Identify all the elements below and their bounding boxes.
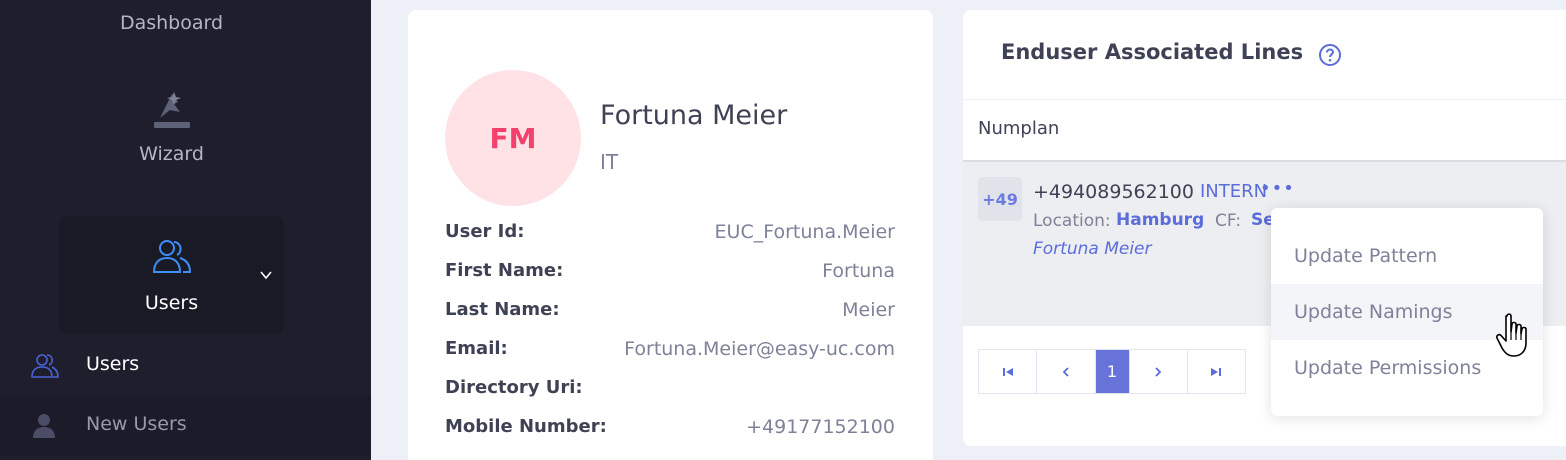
info-label: User Id:: [445, 221, 525, 242]
next-page-button[interactable]: [1130, 350, 1188, 393]
info-row-last-name: Last Name: Meier: [445, 299, 895, 329]
info-label: Last Name:: [445, 299, 560, 320]
last-page-icon: [1211, 367, 1222, 376]
nav-wizard[interactable]: Wizard: [0, 143, 343, 165]
sidebar-item-users[interactable]: Users: [0, 336, 371, 396]
line-number: +494089562100: [1033, 181, 1194, 203]
first-page-button[interactable]: [979, 350, 1038, 393]
info-row-first-name: First Name: Fortuna: [445, 260, 895, 290]
info-label: Directory Uri:: [445, 377, 583, 398]
users-icon: [152, 240, 192, 273]
cf-label: CF:: [1215, 211, 1242, 231]
profile-name: Fortuna Meier: [600, 100, 788, 131]
info-row-user-id: User Id: EUC_Fortuna.Meier: [445, 221, 895, 251]
location-link[interactable]: Hamburg: [1116, 210, 1204, 230]
profile-department: IT: [600, 150, 619, 174]
nav-dashboard[interactable]: Dashboard: [0, 12, 343, 34]
info-label: Mobile Number:: [445, 416, 607, 437]
prefix-badge: +49: [978, 177, 1022, 221]
info-row-email: Email: Fortuna.Meier@easy-uc.com: [445, 338, 895, 368]
info-label: First Name:: [445, 260, 564, 281]
users-icon: [31, 354, 59, 378]
info-value: Meier: [842, 299, 895, 321]
help-icon[interactable]: [1318, 43, 1342, 67]
sidebar: Dashboard Wizard Users Users New Users: [0, 0, 371, 460]
info-value: +49177152100: [746, 416, 895, 438]
line-owner[interactable]: Fortuna Meier: [1033, 239, 1152, 259]
nav-users-label: Users: [144, 292, 199, 314]
column-header-numplan[interactable]: Numplan: [978, 118, 1059, 139]
wizard-icon[interactable]: [150, 88, 194, 132]
sidebar-item-label: New Users: [86, 413, 187, 435]
more-actions-button[interactable]: •••: [1260, 178, 1295, 199]
menu-item-update-pattern[interactable]: Update Pattern: [1271, 228, 1543, 284]
info-value: EUC_Fortuna.Meier: [714, 221, 895, 243]
info-value: Fortuna: [822, 260, 895, 282]
user-icon: [33, 414, 55, 438]
hand-cursor-icon: [1496, 313, 1527, 357]
chevron-left-icon: [1062, 366, 1069, 377]
location-label: Location:: [1033, 211, 1111, 231]
info-row-mobile-number: Mobile Number: +49177152100: [445, 416, 895, 446]
page-button-current[interactable]: 1: [1095, 350, 1130, 393]
chevron-right-icon: [1155, 366, 1162, 377]
profile-card: FM Fortuna Meier IT User Id: EUC_Fortuna…: [408, 10, 933, 460]
card-title: Enduser Associated Lines: [1001, 40, 1304, 64]
prev-page-button[interactable]: [1037, 350, 1096, 393]
pagination: 1: [978, 349, 1246, 394]
avatar: FM: [445, 70, 581, 206]
line-type-badge: INTERN: [1200, 181, 1268, 202]
chevron-down-icon[interactable]: [259, 268, 273, 282]
nav-users-group[interactable]: Users: [59, 216, 284, 334]
info-value: Fortuna.Meier@easy-uc.com: [624, 338, 895, 360]
info-label: Email:: [445, 338, 508, 359]
first-page-icon: [1002, 367, 1013, 376]
sidebar-item-new-users[interactable]: New Users: [0, 396, 371, 456]
sidebar-item-label: Users: [86, 353, 140, 375]
divider: [963, 99, 1566, 100]
info-row-directory-uri: Directory Uri:: [445, 377, 895, 407]
last-page-button[interactable]: [1188, 350, 1245, 393]
